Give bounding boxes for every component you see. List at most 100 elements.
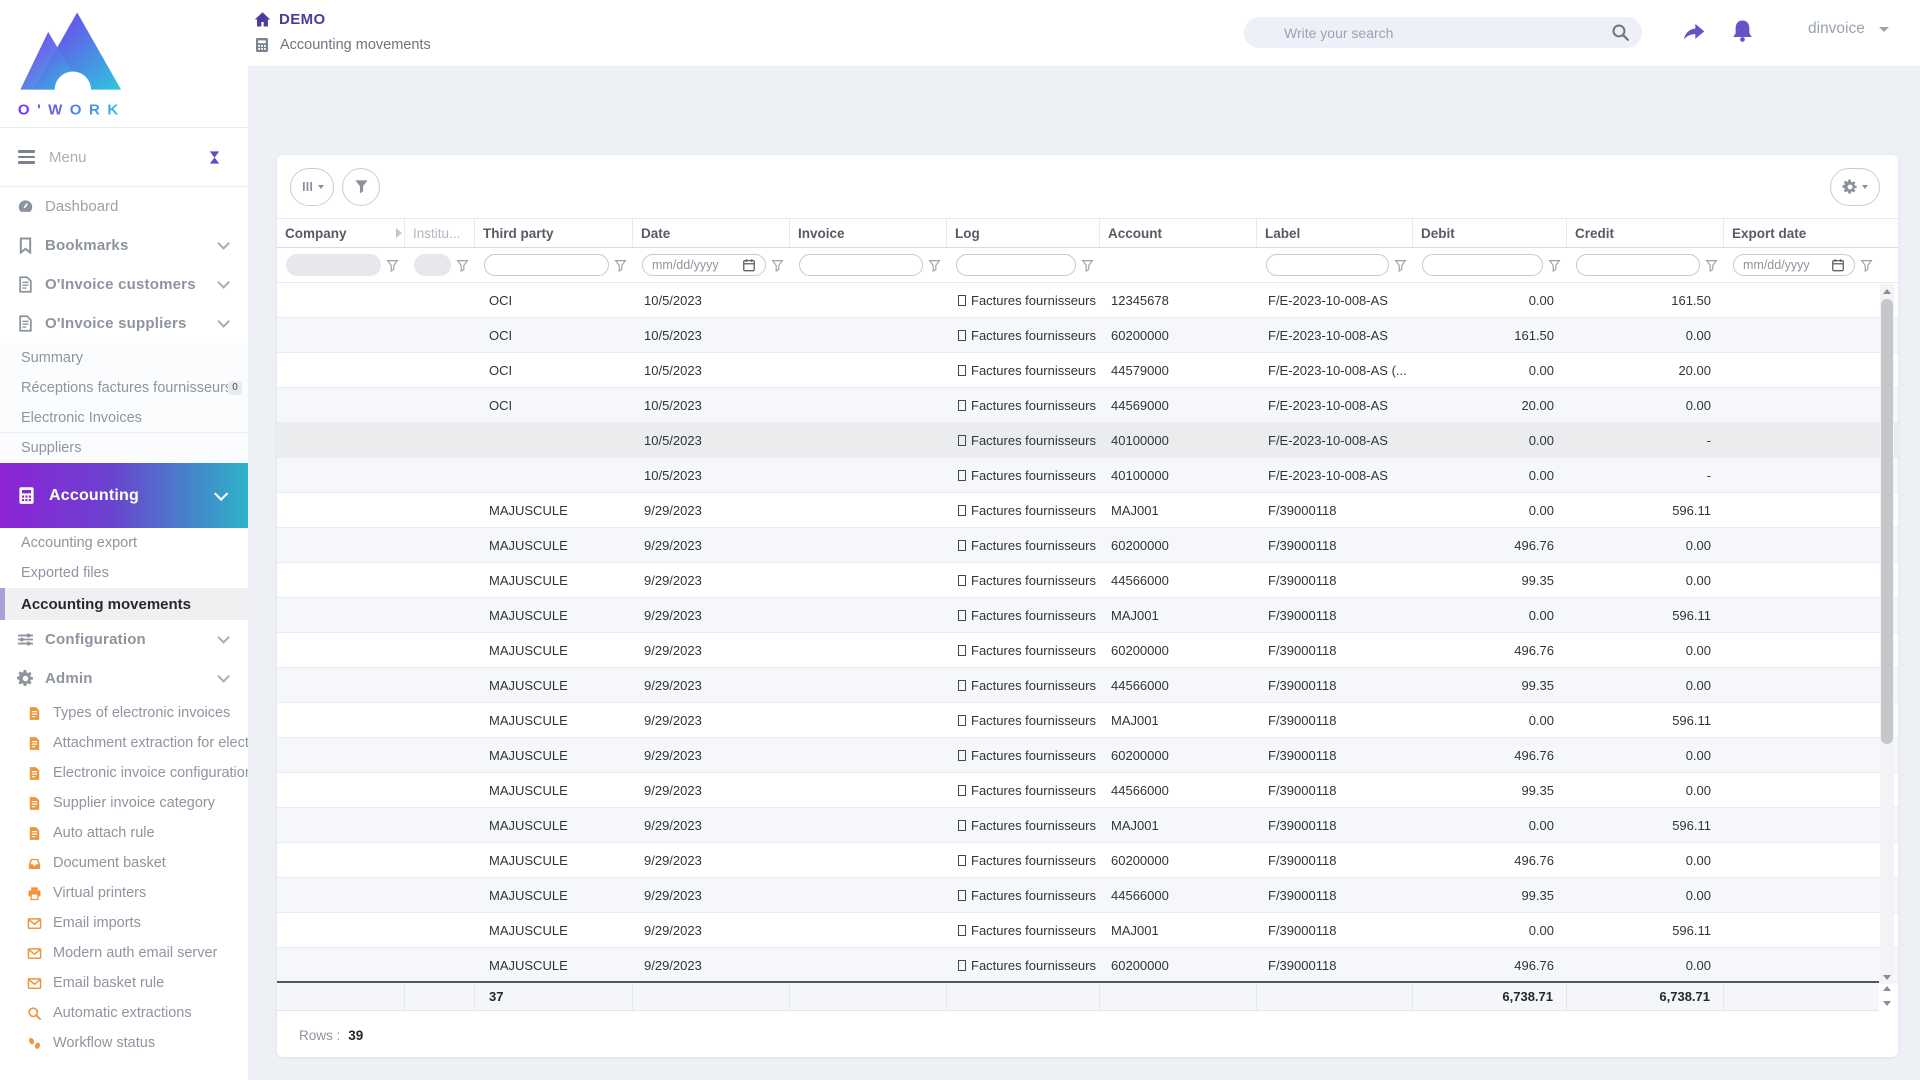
column-header-log[interactable]: Log [947,219,1100,247]
cell-company [277,353,405,387]
column-header-invoice[interactable]: Invoice [790,219,947,247]
scroll-down-button[interactable] [1880,970,1894,984]
column-header-account[interactable]: Account [1100,219,1257,247]
expand-column-icon[interactable] [396,228,402,238]
table-row[interactable]: MAJUSCULE 9/29/2023 Factures fournisseurs 6… [277,633,1898,668]
funnel-icon[interactable] [1394,259,1407,272]
funnel-icon[interactable] [456,259,469,272]
funnel-icon[interactable] [1705,259,1718,272]
table-row[interactable]: 10/5/2023 Factures fournisseurs 40100000 F/… [277,423,1898,458]
table-row[interactable]: MAJUSCULE 9/29/2023 Factures fournisseurs M… [277,808,1898,843]
sidebar-item-supplier-invoice-category[interactable]: Supplier invoice category [0,788,248,818]
column-header-institu[interactable]: Institu... [405,219,475,247]
column-header-export-date[interactable]: Export date [1724,219,1879,247]
sidebar-item-auto-attach-rule[interactable]: Auto attach rule [0,818,248,848]
table-row[interactable]: MAJUSCULE 9/29/2023 Factures fournisseurs 6… [277,948,1898,983]
sidebar-item-workflow-status[interactable]: Workflow status [0,1028,248,1058]
table-row[interactable]: OCI 10/5/2023 Factures fournisseurs 4456900… [277,388,1898,423]
vertical-scrollbar[interactable] [1880,284,1894,984]
cell-label: F/39000118 [1268,782,1337,798]
table-row[interactable]: MAJUSCULE 9/29/2023 Factures fournisseurs M… [277,598,1898,633]
table-row[interactable]: MAJUSCULE 9/29/2023 Factures fournisseurs 4… [277,878,1898,913]
sidebar-item-suppliers[interactable]: Suppliers [0,433,248,463]
table-row[interactable]: MAJUSCULE 9/29/2023 Factures fournisseurs M… [277,493,1898,528]
notifications-bell-icon[interactable] [1730,18,1755,44]
app-logo[interactable]: O'WORK [0,0,248,127]
table-row[interactable]: MAJUSCULE 9/29/2023 Factures fournisseurs M… [277,703,1898,738]
sidebar-item-electronic-invoices[interactable]: Electronic Invoices [0,403,248,433]
table-row[interactable]: MAJUSCULE 9/29/2023 Factures fournisseurs 4… [277,668,1898,703]
user-menu[interactable]: dinvoice [1808,20,1889,38]
search-icon[interactable] [1611,23,1630,42]
funnel-icon[interactable] [1081,259,1094,272]
sidebar-item-exported-files[interactable]: Exported files [0,558,248,588]
sidebar-item-o-invoice-suppliers[interactable]: O'Invoice suppliers [0,304,248,343]
column-header-debit[interactable]: Debit [1413,219,1567,247]
column-chooser-button[interactable] [290,167,334,206]
filter-text-input[interactable] [809,258,913,272]
column-header-company[interactable]: Company [277,219,405,247]
table-row[interactable]: MAJUSCULE 9/29/2023 Factures fournisseurs 6… [277,843,1898,878]
sidebar-item-electronic-invoice-configuration[interactable]: Electronic invoice configuration [0,758,248,788]
sidebar-item-configuration[interactable]: Configuration [0,620,248,659]
funnel-icon[interactable] [1548,259,1561,272]
column-header-label[interactable]: Label [1257,219,1413,247]
table-row[interactable]: MAJUSCULE 9/29/2023 Factures fournisseurs 4… [277,563,1898,598]
table-row[interactable]: MAJUSCULE 9/29/2023 Factures fournisseurs 4… [277,773,1898,808]
spin-down-icon[interactable] [1883,1001,1891,1006]
funnel-icon[interactable] [386,259,399,272]
cell-third-party: MAJUSCULE [489,502,568,518]
sidebar-item-admin[interactable]: Admin [0,659,248,698]
table-row[interactable]: 10/5/2023 Factures fournisseurs 40100000 F/… [277,458,1898,493]
sidebar-item-document-basket[interactable]: Document basket [0,848,248,878]
filter-text-input[interactable] [1276,258,1379,272]
filter-text-input[interactable] [1432,258,1533,272]
sidebar-item-o-invoice-customers[interactable]: O'Invoice customers [0,265,248,304]
filter-button[interactable] [342,167,380,206]
sidebar-item-bookmarks[interactable]: Bookmarks [0,226,248,265]
cell-third-party: MAJUSCULE [489,712,568,728]
sidebar-item-email-basket-rule[interactable]: Email basket rule [0,968,248,998]
sidebar-item-accounting[interactable]: Accounting [0,463,248,528]
funnel-icon[interactable] [614,259,627,272]
table-row[interactable]: OCI 10/5/2023 Factures fournisseurs 4457900… [277,353,1898,388]
scroll-up-button[interactable] [1880,284,1894,298]
funnel-icon[interactable] [771,259,784,272]
sidebar-item-types-of-electronic-invoices[interactable]: Types of electronic invoices [0,698,248,728]
funnel-icon[interactable] [1860,259,1873,272]
filter-text-input[interactable] [1586,258,1690,272]
sidebar-item-virtual-printers[interactable]: Virtual printers [0,878,248,908]
column-header-third-party[interactable]: Third party [475,219,633,247]
spin-up-icon[interactable] [1883,986,1891,991]
table-row[interactable]: MAJUSCULE 9/29/2023 Factures fournisseurs M… [277,913,1898,948]
menu-toggle[interactable]: Menu [0,127,248,187]
share-icon[interactable] [1680,20,1707,44]
table-row[interactable]: OCI 10/5/2023 Factures fournisseurs 1234567… [277,283,1898,318]
sidebar-item-accounting-export[interactable]: Accounting export [0,528,248,558]
sidebar-item-attachment-extraction-for-electroni[interactable]: Attachment extraction for electroni [0,728,248,758]
table-row[interactable]: OCI 10/5/2023 Factures fournisseurs 6020000… [277,318,1898,353]
sidebar-item-dashboard[interactable]: Dashboard [0,187,248,226]
sidebar-item-r-ceptions-factures-fournisseurs[interactable]: Réceptions factures fournisseurs 0 [0,373,248,403]
filter-date-input[interactable]: mm/dd/yyyy [642,254,766,276]
filter-text-input[interactable] [494,258,599,272]
column-header-date[interactable]: Date [633,219,790,247]
sidebar-pin-icon[interactable] [207,150,222,165]
totals-scroll-spinner[interactable] [1880,983,1894,1009]
table-row[interactable]: MAJUSCULE 9/29/2023 Factures fournisseurs 6… [277,528,1898,563]
sidebar-item-summary[interactable]: Summary [0,343,248,373]
funnel-icon[interactable] [928,259,941,272]
sidebar-item-automatic-extractions[interactable]: Automatic extractions [0,998,248,1028]
sidebar-item-email-imports[interactable]: Email imports [0,908,248,938]
search-input[interactable] [1284,24,1611,41]
scrollbar-thumb[interactable] [1881,299,1893,744]
column-header-credit[interactable]: Credit [1567,219,1724,247]
cell-debit: 0.00 [1528,362,1554,378]
filter-date-input[interactable]: mm/dd/yyyy [1733,254,1855,276]
chevron-down-icon [217,631,230,644]
sidebar-item-modern-auth-email-server[interactable]: Modern auth email server [0,938,248,968]
table-row[interactable]: MAJUSCULE 9/29/2023 Factures fournisseurs 6… [277,738,1898,773]
sidebar-item-accounting-movements[interactable]: Accounting movements [0,588,248,620]
grid-settings-button[interactable] [1830,167,1880,206]
filter-text-input[interactable] [966,258,1066,272]
